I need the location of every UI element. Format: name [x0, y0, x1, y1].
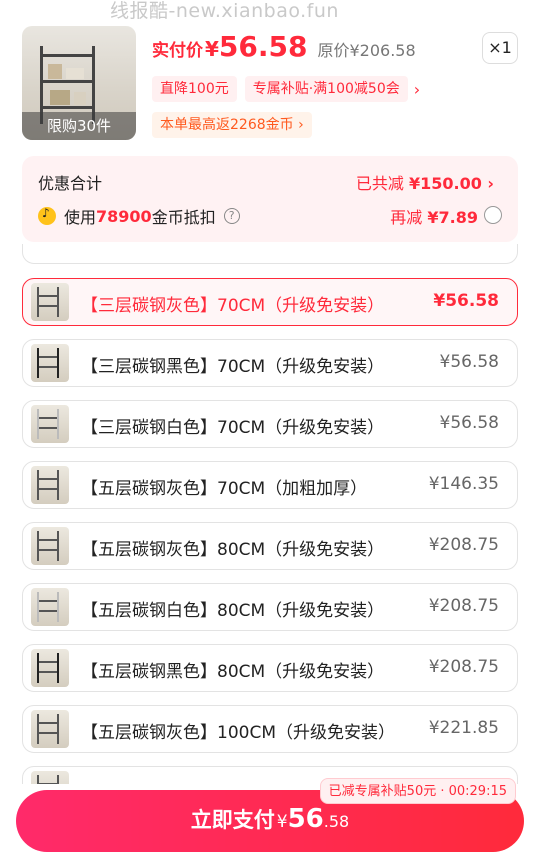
sku-option-selected[interactable]: 【三层碳钢灰色】70CM（升级免安装） ¥56.58: [22, 278, 518, 326]
sku-name: 【五层碳钢灰色】70CM（加粗加厚）: [81, 479, 368, 499]
sku-name: 【五层碳钢白色】80CM（升级免安装）: [81, 601, 385, 621]
sku-thumbnail: [31, 771, 69, 784]
sku-name: 【三层碳钢白色】70CM（升级免安装）: [81, 418, 385, 438]
sku-option[interactable]: 【五层碳钢黑色】80CM（升级免安装） ¥208.75: [22, 644, 518, 692]
sku-option[interactable]: 【五层碳钢灰色】100CM（升级免安装） ¥221.85: [22, 705, 518, 753]
summary-title: 优惠合计: [38, 174, 103, 193]
sku-thumbnail: [31, 710, 69, 748]
sku-price: ¥221.85: [428, 718, 499, 738]
extra-discount: 再减 ¥7.89: [390, 208, 478, 227]
price-currency: ¥: [205, 37, 219, 61]
coin-icon: [38, 206, 56, 225]
price-label: 实付价: [152, 41, 203, 61]
sku-option-list[interactable]: 【三层碳钢灰色】70CM（升级免安装） ¥56.58 【三层碳钢黑色】70CM（升级…: [22, 244, 518, 784]
limit-badge: 限购30件: [22, 112, 136, 140]
sku-thumbnail: [31, 466, 69, 504]
coin-return-badge[interactable]: 本单最高返2268金币 ›: [152, 112, 312, 138]
sku-price: ¥56.58: [439, 413, 499, 433]
promo-tag: 直降100元: [152, 76, 237, 102]
sku-option[interactable]: 【五层碳钢白色】80CM（升级免安装） ¥208.75: [22, 583, 518, 631]
chevron-right-icon[interactable]: ›: [414, 80, 420, 99]
sku-price: ¥146.35: [428, 474, 499, 494]
sku-name: 【五层碳钢黑色】80CM（升级免安装）: [81, 662, 385, 682]
price-value: 56.58: [218, 30, 308, 63]
discount-summary: 优惠合计 已共减 ¥150.00 › 使用 78900 金币抵扣 ? 再减 ¥7…: [22, 156, 518, 242]
help-icon[interactable]: ?: [223, 208, 240, 224]
sku-thumbnail: [31, 588, 69, 626]
sku-price: ¥208.75: [428, 657, 499, 677]
coin-amount: 78900: [96, 206, 152, 226]
watermark: 线报酷-new.xianbao.fun: [110, 0, 339, 22]
pay-amount-dec: .58: [323, 812, 350, 831]
sku-option[interactable]: 【五层碳钢灰色】80CM（升级免安装） ¥208.75: [22, 522, 518, 570]
pay-currency: ¥: [276, 812, 288, 832]
sku-price: ¥56.58: [439, 352, 499, 372]
sku-thumbnail: [31, 527, 69, 565]
sku-thumbnail: [31, 649, 69, 687]
sku-name: 【五层碳钢灰色】100CM（升级免安装）: [81, 723, 395, 743]
sku-price: ¥208.75: [428, 535, 499, 555]
sku-price: ¥56.58: [433, 291, 499, 311]
sku-price: ¥208.75: [428, 596, 499, 616]
coin-radio-button[interactable]: [484, 206, 502, 224]
sku-thumbnail: [31, 344, 69, 382]
price-row: 实付价 ¥ 56.58 原价¥206.58: [152, 30, 416, 63]
original-price: 原价¥206.58: [317, 41, 416, 60]
sku-option-partial[interactable]: [22, 244, 518, 264]
sku-thumbnail: [31, 405, 69, 443]
promo-tag[interactable]: 专属补贴·满100减50会: [244, 76, 408, 102]
sku-option[interactable]: 【三层碳钢白色】70CM（升级免安装） ¥56.58: [22, 400, 518, 448]
promo-tags: 直降100元 专属补贴·满100减50会 ›: [152, 76, 420, 102]
sku-thumbnail: [31, 283, 69, 321]
coin-deduction: 使用 78900 金币抵扣 ?: [38, 204, 240, 228]
sku-name: 【五层碳钢灰色】80CM（升级免安装）: [81, 540, 385, 560]
pay-label: 立即支付: [190, 808, 275, 832]
quantity-button[interactable]: ×1: [482, 32, 518, 64]
sku-name: 【三层碳钢黑色】70CM（升级免安装）: [81, 357, 385, 377]
subsidy-timer: 已减专属补贴50元 · 00:29:15: [319, 778, 516, 804]
sku-name: 【三层碳钢灰色】70CM（升级免安装）: [81, 296, 385, 316]
sku-option[interactable]: 【五层碳钢灰色】70CM（加粗加厚） ¥146.35: [22, 461, 518, 509]
product-thumbnail[interactable]: 限购30件: [22, 26, 136, 140]
sku-option[interactable]: 【三层碳钢黑色】70CM（升级免安装） ¥56.58: [22, 339, 518, 387]
pay-amount-int: 56: [287, 804, 324, 834]
total-discount[interactable]: 已共减 ¥150.00 ›: [356, 170, 494, 194]
